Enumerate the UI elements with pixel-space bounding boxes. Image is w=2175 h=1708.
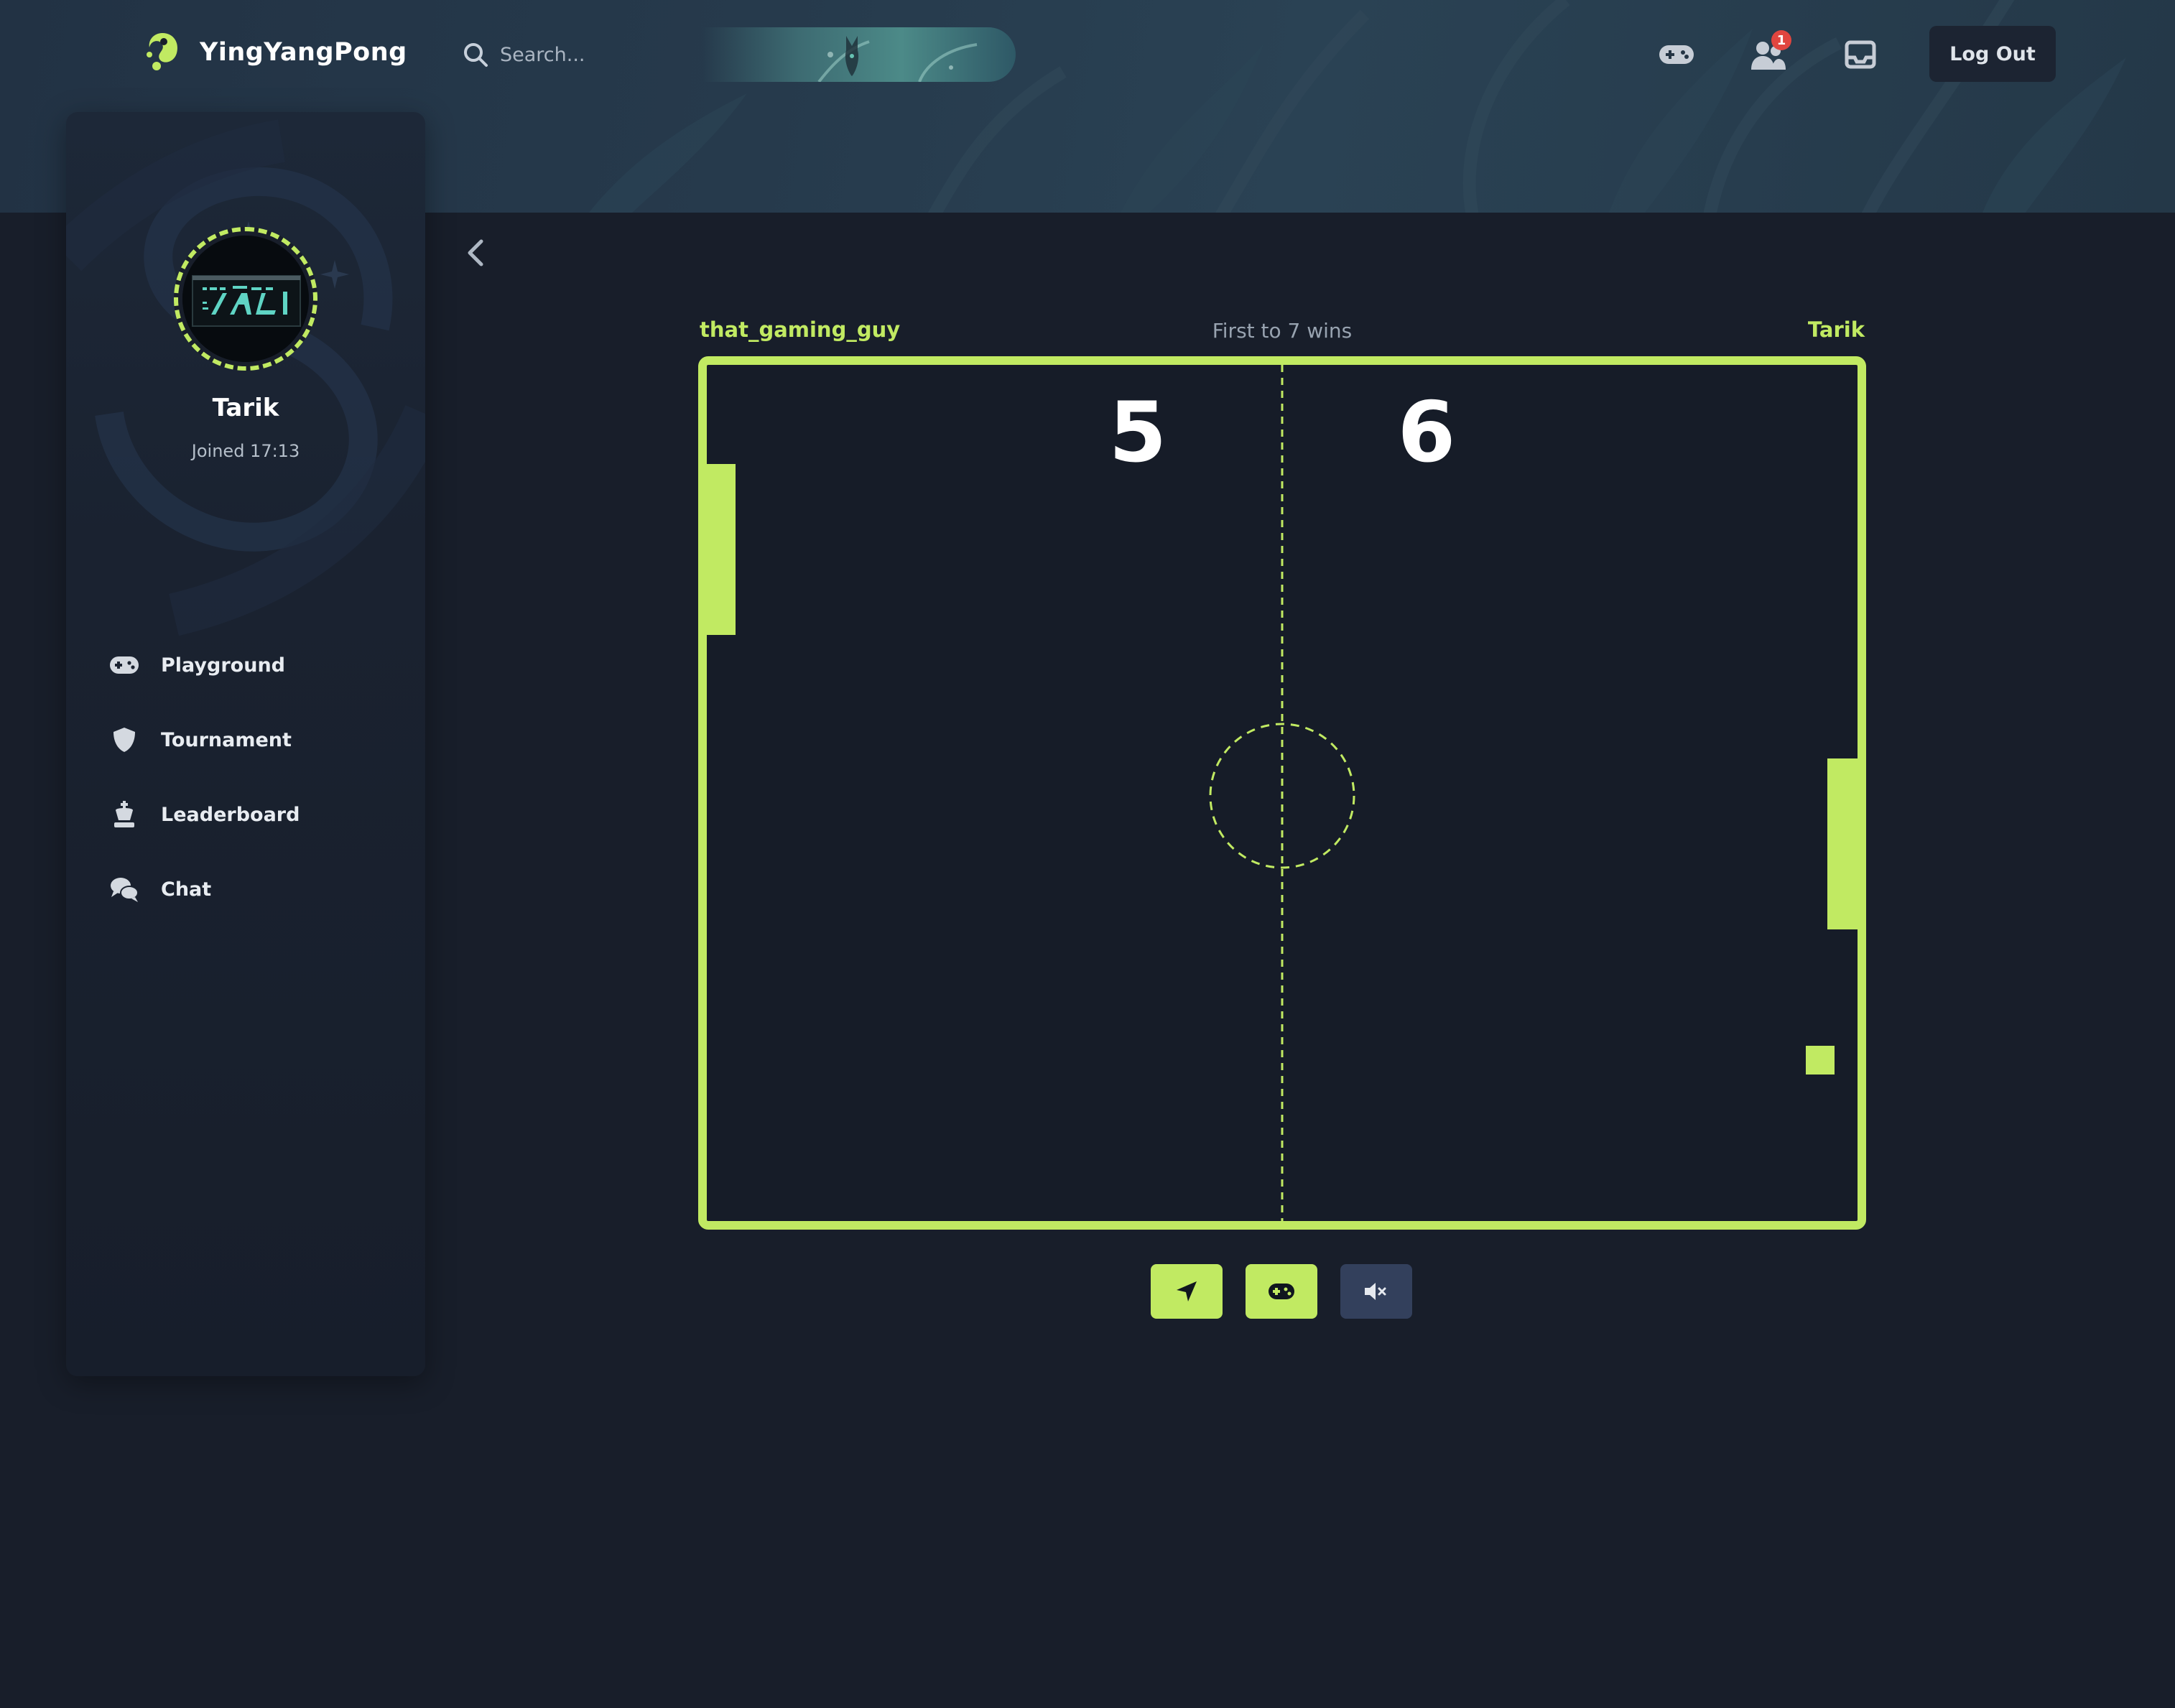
send-icon	[1177, 1281, 1197, 1301]
back-chevron-icon[interactable]	[463, 237, 488, 269]
win-condition: First to 7 wins	[1212, 319, 1353, 343]
yingyang-logo-icon	[147, 33, 178, 70]
avatar[interactable]	[174, 227, 317, 371]
inbox-button[interactable]	[1839, 33, 1882, 76]
avatar-image	[182, 236, 309, 362]
score-right: 6	[1398, 384, 1456, 481]
score-left: 5	[1109, 384, 1167, 481]
profile-sidebar: Tarik Joined 17:13 Playground Tournament…	[66, 112, 425, 1376]
brand-name: YingYangPong	[200, 38, 407, 67]
gamepad-icon	[1659, 45, 1694, 64]
sidebar-item-playground[interactable]: Playground	[109, 628, 300, 702]
avatar-terminal-art	[182, 236, 309, 362]
profile-username: Tarik	[212, 394, 279, 422]
player-right-name: Tarik	[1807, 317, 1865, 342]
logout-button[interactable]: Log Out	[1929, 26, 2056, 82]
shield-icon	[109, 725, 139, 755]
controller-button[interactable]	[1246, 1264, 1317, 1319]
game-header: that_gaming_guy First to 7 wins Tarik	[700, 317, 1865, 346]
sidebar-nav: Playground Tournament Leaderboard Chat	[109, 628, 300, 927]
sidebar-swirl-art	[66, 119, 425, 636]
sidebar-item-label: Playground	[161, 654, 285, 677]
inbox-icon	[1845, 40, 1876, 69]
gamepad-icon	[1269, 1284, 1294, 1299]
ball	[1806, 1046, 1835, 1075]
sidebar-item-label: Leaderboard	[161, 803, 300, 826]
left-paddle	[707, 464, 736, 635]
chat-bubbles-icon	[109, 874, 139, 904]
sidebar-item-tournament[interactable]: Tournament	[109, 702, 300, 777]
search-bar[interactable]	[445, 27, 1016, 82]
gamepad-icon	[109, 650, 139, 680]
send-button[interactable]	[1151, 1264, 1223, 1319]
top-navbar: YingYangPong Search... 1 Log Out	[0, 0, 2175, 108]
sidebar-item-label: Tournament	[161, 728, 292, 751]
game-controls	[1151, 1264, 1412, 1319]
profile-joined-time: Joined 17:13	[191, 441, 300, 461]
mute-icon	[1365, 1283, 1386, 1300]
friends-button[interactable]: 1	[1747, 30, 1791, 76]
sidebar-item-chat[interactable]: Chat	[109, 852, 300, 927]
sidebar-item-label: Chat	[161, 878, 212, 901]
chess-king-icon	[109, 799, 139, 830]
search-decoration-art	[817, 36, 978, 82]
notification-badge: 1	[1771, 30, 1791, 50]
sidebar-item-leaderboard[interactable]: Leaderboard	[109, 777, 300, 852]
brand[interactable]: YingYangPong	[141, 30, 407, 75]
play-game-button[interactable]	[1655, 33, 1698, 76]
right-paddle	[1827, 758, 1858, 929]
mute-button[interactable]	[1340, 1264, 1412, 1319]
pong-court[interactable]: 5 6	[698, 356, 1866, 1230]
